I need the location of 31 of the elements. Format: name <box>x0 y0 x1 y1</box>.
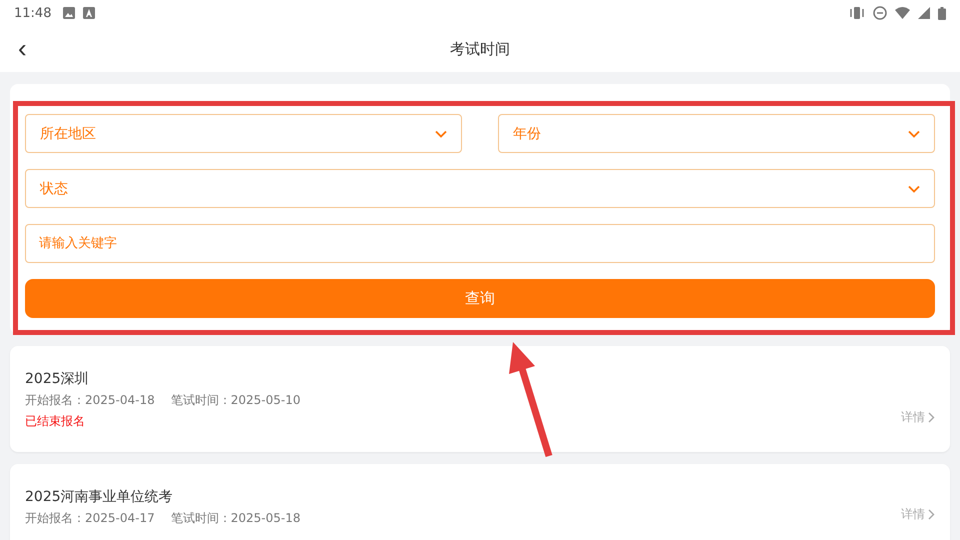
chevron-down-icon <box>908 184 920 192</box>
chevron-right-icon <box>928 509 935 520</box>
wifi-icon <box>895 7 910 19</box>
exam-card[interactable]: 2025深圳 开始报名：2025-04-18 笔试时间：2025-05-10 已结束报名 详情 <box>10 346 950 452</box>
exam-title: 2025河南事业单位统考 <box>25 488 174 506</box>
do-not-disturb-icon <box>873 6 887 20</box>
registration-status: 已结束报名 <box>25 413 86 430</box>
battery-icon <box>938 6 946 20</box>
exam-card[interactable]: 2025河南事业单位统考 开始报名：2025-04-17 笔试时间：2025-05-18 详情 <box>10 464 950 540</box>
chevron-down-icon <box>908 130 920 138</box>
page-title: 考试时间 <box>450 40 510 58</box>
registration-date: 开始报名：2025-04-18 <box>25 392 155 409</box>
chevron-right-icon <box>928 412 935 423</box>
dropdown[interactable]: 年份 <box>498 114 935 153</box>
detail-link[interactable]: 详情 <box>901 506 935 523</box>
chevron-down-icon <box>435 130 447 138</box>
dropdown[interactable]: 所在地区 <box>25 114 462 153</box>
dropdown[interactable]: 状态 <box>25 169 935 208</box>
search-button[interactable]: 查询 <box>25 279 935 318</box>
back-button[interactable]: ‹ <box>12 34 33 62</box>
registration-date: 开始报名：2025-04-17 <box>25 510 155 527</box>
status-time: 11:48 <box>14 6 52 20</box>
keyword-field[interactable]: 请输入关键字 <box>25 224 935 263</box>
exam-date: 笔试时间：2025-05-18 <box>170 510 300 527</box>
detail-link[interactable]: 详情 <box>901 409 935 426</box>
signal-icon <box>918 7 930 19</box>
font-icon <box>83 7 96 19</box>
image-icon <box>63 7 76 19</box>
exam-date: 笔试时间：2025-05-10 <box>170 392 300 409</box>
vibrate-icon <box>849 6 865 20</box>
exam-title: 2025深圳 <box>25 370 90 388</box>
